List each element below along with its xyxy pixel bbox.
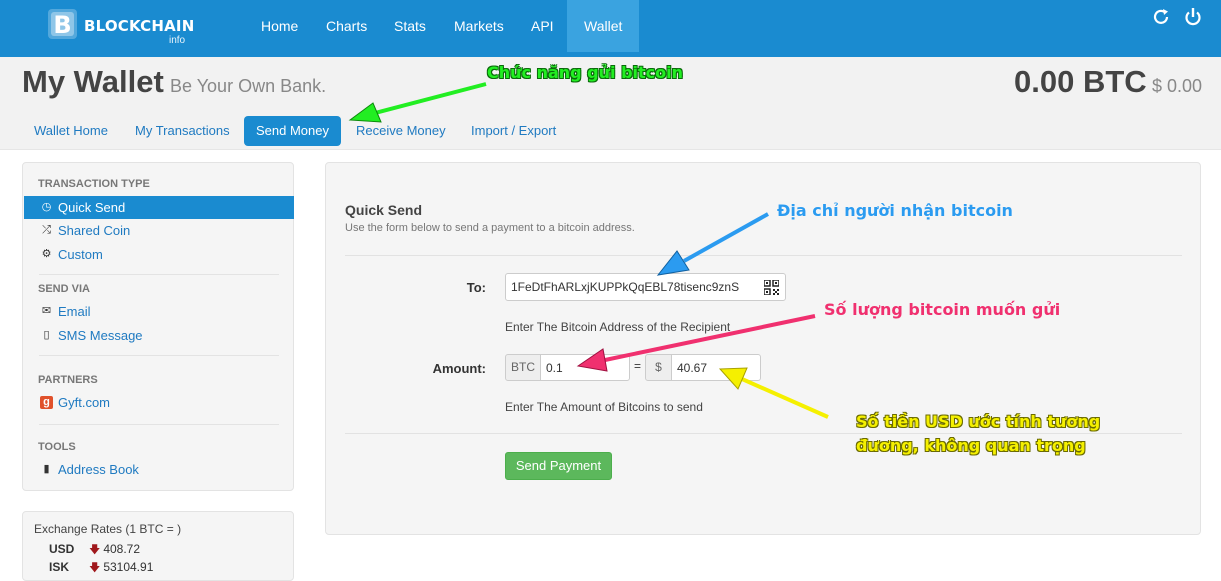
quick-send-panel: Quick Send Use the form below to send a …: [325, 162, 1201, 535]
shuffle-icon: ⤮: [42, 224, 51, 236]
rate-row: USD 🡇 408.72: [49, 541, 140, 560]
equals-sign: =: [634, 359, 642, 373]
sidebar-item-label: Gyft.com: [58, 395, 111, 410]
exchange-rates-box: Exchange Rates (1 BTC = ) USD 🡇 408.72 ISK…: [22, 511, 294, 581]
power-icon[interactable]: [1182, 6, 1204, 28]
refresh-icon[interactable]: [1150, 6, 1172, 28]
tab-send-money[interactable]: Send Money: [244, 116, 341, 146]
sidebar-divider: [39, 274, 279, 275]
envelope-icon: ✉: [41, 305, 52, 317]
clock-icon: ◷: [41, 201, 52, 213]
usd-addon: $: [645, 354, 672, 381]
sidebar-item-label: Custom: [58, 247, 103, 262]
usd-amount-input[interactable]: 40.67: [671, 354, 761, 381]
down-arrow-icon: 🡇: [89, 562, 101, 574]
rate-value: 53104.91: [103, 560, 154, 574]
sidebar-item-custom[interactable]: ⚙ Custom: [24, 243, 294, 266]
panel-description: Use the form below to send a payment to …: [345, 222, 635, 234]
gyft-icon: g: [40, 396, 53, 409]
rate-value: 408.72: [103, 542, 141, 556]
sidebar-item-gyft[interactable]: g Gyft.com: [24, 391, 294, 414]
blockchain-logo[interactable]: B BLOCKCHAIN info: [46, 7, 196, 47]
divider: [345, 255, 1182, 256]
tab-import-export[interactable]: Import / Export: [459, 116, 568, 146]
annotation-send-function: Chức năng gửi bitcoin: [487, 63, 684, 82]
amount-label: Amount:: [432, 361, 486, 376]
recipient-address-input[interactable]: 1FeDtFhARLxjKUPPkQqEBL78tisenc9znS: [505, 273, 786, 301]
btc-amount-input[interactable]: 0.1: [540, 354, 630, 381]
sidebar-heading-partners: PARTNERS: [38, 374, 98, 386]
sidebar-item-label: Shared Coin: [58, 223, 131, 238]
sidebar-heading-tools: TOOLS: [38, 441, 76, 453]
sidebar-divider: [39, 355, 279, 356]
sidebar-item-address-book[interactable]: ▮ Address Book: [24, 458, 294, 481]
gear-icon: ⚙: [41, 248, 52, 260]
annotation-usd-estimate-line1: Số tiền USD ước tính tương: [856, 412, 1101, 431]
rate-code: ISK: [49, 560, 70, 574]
sidebar-item-label: Quick Send: [58, 200, 126, 215]
amount-help-text: Enter The Amount of Bitcoins to send: [505, 400, 703, 414]
sidebar-item-shared-coin[interactable]: ⤮ Shared Coin: [24, 219, 294, 242]
sidebar-item-label: SMS Message: [58, 328, 143, 343]
sidebar-heading-send-via: SEND VIA: [38, 283, 90, 295]
blockchain-logo-icon: B: [48, 9, 77, 39]
sidebar-item-quick-send[interactable]: ◷ Quick Send: [24, 196, 294, 219]
nav-charts[interactable]: Charts: [313, 0, 380, 52]
btc-amount-value: 0.1: [546, 361, 563, 375]
book-icon: ▮: [43, 463, 50, 475]
nav-api[interactable]: API: [518, 0, 567, 52]
panel-title: Quick Send: [345, 202, 423, 218]
nav-home[interactable]: Home: [248, 0, 311, 52]
rate-code: USD: [49, 542, 75, 556]
page-subtitle: Be Your Own Bank.: [170, 76, 327, 96]
top-navbar: B BLOCKCHAIN info Home Charts Stats Mark…: [0, 0, 1221, 57]
sidebar-heading-transaction-type: TRANSACTION TYPE: [38, 178, 150, 190]
annotation-recipient-address: Địa chỉ người nhận bitcoin: [777, 201, 1013, 220]
tab-receive-money[interactable]: Receive Money: [344, 116, 458, 146]
sidebar: TRANSACTION TYPE ◷ Quick Send ⤮ Shared C…: [22, 162, 294, 491]
nav-markets[interactable]: Markets: [441, 0, 517, 52]
to-label: To:: [466, 280, 486, 295]
usd-amount-value: 40.67: [677, 361, 708, 375]
sidebar-item-label: Address Book: [58, 462, 139, 477]
down-arrow-icon: 🡇: [89, 544, 101, 556]
annotation-amount: Số lượng bitcoin muốn gửi: [824, 300, 1061, 319]
svg-text:B: B: [53, 11, 71, 39]
sidebar-item-label: Email: [58, 304, 91, 319]
brand-sub: info: [169, 35, 186, 46]
sidebar-item-sms[interactable]: ▯ SMS Message: [24, 324, 294, 347]
brand-name: BLOCKCHAIN: [84, 17, 195, 35]
btc-balance: 0.00 BTC: [1014, 64, 1147, 99]
sidebar-divider: [39, 424, 279, 425]
recipient-address-value: 1FeDtFhARLxjKUPPkQqEBL78tisenc9znS: [511, 280, 740, 294]
btc-addon: BTC: [505, 354, 541, 381]
sidebar-item-email[interactable]: ✉ Email: [24, 300, 294, 323]
divider: [345, 433, 1182, 434]
tab-wallet-home[interactable]: Wallet Home: [22, 116, 120, 146]
exchange-rates-title: Exchange Rates (1 BTC = ): [34, 522, 182, 536]
nav-wallet[interactable]: Wallet: [567, 0, 640, 52]
annotation-usd-estimate-line2: đương, không quan trọng: [856, 436, 1086, 455]
qr-code-icon[interactable]: [764, 280, 779, 295]
nav-stats[interactable]: Stats: [381, 0, 439, 52]
page-title: My Wallet: [22, 64, 164, 99]
recipient-help-text: Enter The Bitcoin Address of the Recipie…: [505, 320, 731, 334]
phone-icon: ▯: [43, 329, 50, 341]
send-payment-button[interactable]: Send Payment: [505, 452, 612, 480]
usd-balance: $ 0.00: [1152, 76, 1203, 96]
tab-my-transactions[interactable]: My Transactions: [123, 116, 242, 146]
